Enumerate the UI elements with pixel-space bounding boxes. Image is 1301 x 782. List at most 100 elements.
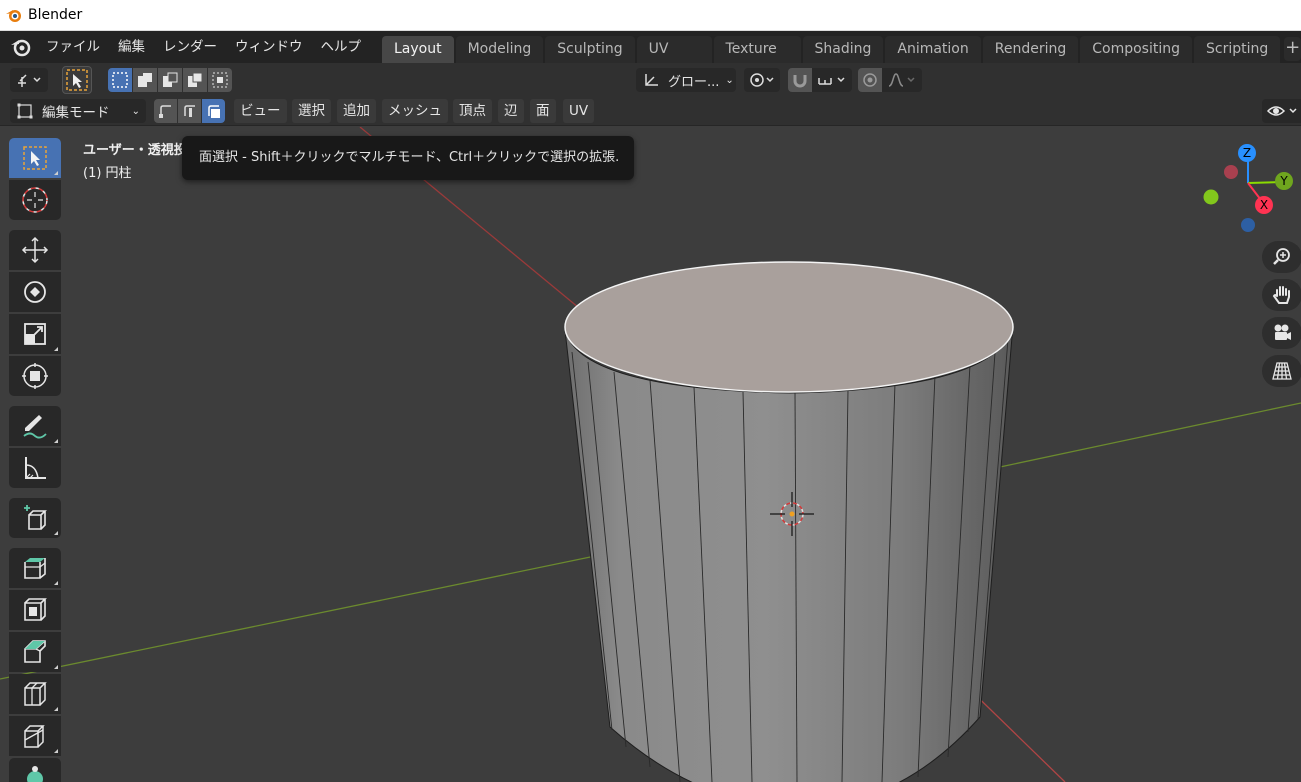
snap-toggle-button[interactable] — [788, 68, 812, 92]
annotate-pencil-icon — [23, 415, 47, 439]
pan-button[interactable] — [1262, 279, 1301, 311]
blender-menu-icon[interactable] — [9, 35, 33, 59]
pivot-point-icon — [750, 73, 774, 87]
poly-build-icon — [27, 766, 43, 782]
gizmo-pivot-icon — [18, 74, 41, 87]
knife-icon — [24, 725, 45, 748]
perspective-toggle-button[interactable] — [1262, 355, 1301, 387]
bevel-icon — [24, 640, 46, 663]
tool-poly-build[interactable] — [9, 758, 61, 782]
tab-uv-editing[interactable]: UV Editing — [636, 36, 712, 83]
camera-view-button[interactable] — [1262, 317, 1301, 349]
mode-value: 編集モード — [42, 105, 110, 121]
tab-scripting[interactable]: Scripting — [1194, 36, 1281, 63]
measure-ruler-icon — [25, 457, 46, 479]
menu-uv[interactable]: UV — [563, 99, 595, 123]
proportional-edit-button[interactable] — [858, 68, 882, 92]
transform-orientation-dropdown[interactable]: グロー... ⌄ — [636, 68, 736, 92]
select-extend-button[interactable] — [133, 68, 157, 92]
extrude-icon — [24, 558, 46, 579]
mode-dropdown[interactable]: 編集モード ⌄ — [10, 99, 146, 123]
select-intersect-button[interactable] — [208, 68, 232, 92]
window-titlebar: Blender — [0, 0, 1301, 31]
navigation-gizmo[interactable]: Z Y X — [1203, 144, 1294, 232]
pivot-point-dropdown[interactable] — [744, 68, 780, 92]
tool-rotate[interactable] — [9, 272, 61, 312]
face-select-icon — [207, 105, 220, 118]
visibility-dropdown[interactable] — [1262, 99, 1301, 123]
tool-bevel[interactable] — [9, 632, 61, 672]
select-mode-tweak-button[interactable] — [62, 66, 92, 94]
tab-layout[interactable]: Layout — [382, 36, 454, 63]
scene-canvas[interactable]: Z Y X — [0, 127, 1301, 782]
menu-edit[interactable]: 編集 — [109, 35, 154, 59]
menu-select[interactable]: 選択 — [292, 99, 331, 123]
tab-modeling[interactable]: Modeling — [455, 36, 544, 63]
tab-shading[interactable]: Shading — [802, 36, 884, 63]
menu-edge[interactable]: 辺 — [498, 99, 524, 123]
tab-texture-paint[interactable]: Texture Paint — [713, 36, 801, 83]
edge-select-icon — [183, 105, 195, 117]
select-invert-button[interactable] — [183, 68, 207, 92]
tool-measure[interactable] — [9, 448, 61, 488]
snap-target-dropdown[interactable] — [812, 68, 852, 92]
vertex-select-icon — [158, 105, 171, 118]
tab-animation[interactable]: Animation — [885, 36, 981, 63]
tool-cursor[interactable] — [9, 180, 61, 220]
tool-inset-faces[interactable] — [9, 590, 61, 630]
menu-mesh[interactable]: メッシュ — [382, 99, 448, 123]
magnet-icon — [793, 75, 807, 88]
menu-add[interactable]: 追加 — [337, 99, 376, 123]
tool-knife[interactable] — [9, 716, 61, 756]
cylinder-side[interactable] — [564, 324, 1014, 782]
orientation-icon — [645, 74, 658, 86]
tool-scale[interactable] — [9, 314, 61, 354]
tab-rendering[interactable]: Rendering — [982, 36, 1079, 63]
chevron-down-icon: ⌄ — [131, 105, 140, 117]
cursor-icon — [22, 187, 48, 213]
select-invert-icon — [188, 72, 203, 87]
tool-add-cube[interactable] — [9, 498, 61, 538]
hand-icon — [1272, 286, 1290, 304]
face-select-tooltip: 面選択 - Shift＋クリックでマルチモード、Ctrl＋クリックで選択の拡張. — [182, 136, 634, 180]
window-title: Blender — [28, 7, 83, 23]
chevron-down-icon: ⌄ — [725, 74, 734, 86]
viewport-header: 編集モード ⌄ ビュー 選択 追加 メッシュ 頂点 辺 面 UV — [0, 96, 1301, 126]
add-workspace-button[interactable]: + — [1284, 37, 1301, 61]
tool-annotate[interactable] — [9, 406, 61, 446]
menu-file[interactable]: ファイル — [37, 35, 109, 59]
menu-render[interactable]: レンダー — [154, 35, 226, 59]
cylinder-top-face[interactable] — [564, 261, 1014, 393]
menu-window[interactable]: ウィンドウ — [226, 35, 312, 59]
falloff-dropdown[interactable] — [882, 68, 922, 92]
menu-view[interactable]: ビュー — [234, 99, 287, 123]
vertex-select-button[interactable] — [154, 99, 177, 123]
gizmo-z-label: Z — [1243, 146, 1251, 160]
rotate-icon — [24, 281, 46, 303]
zoom-button[interactable] — [1262, 241, 1301, 273]
tool-extrude-region[interactable] — [9, 548, 61, 588]
tool-loop-cut[interactable] — [9, 674, 61, 714]
orientation-value: グロー... — [668, 74, 720, 90]
proportional-edit-icon — [863, 73, 877, 87]
select-extend-icon — [138, 73, 152, 87]
transform-pivot-dropdown[interactable] — [10, 68, 48, 92]
tab-compositing[interactable]: Compositing — [1080, 36, 1193, 63]
tab-sculpting[interactable]: Sculpting — [545, 36, 635, 63]
menu-face[interactable]: 面 — [530, 99, 556, 123]
edit-mode-icon — [17, 103, 33, 119]
tool-move[interactable] — [9, 230, 61, 270]
select-subtract-button[interactable] — [158, 68, 182, 92]
select-new-button[interactable] — [108, 68, 132, 92]
menu-vertex[interactable]: 頂点 — [453, 99, 492, 123]
y-axis-line-right — [999, 402, 1301, 468]
eye-icon — [1266, 106, 1297, 116]
tool-transform[interactable] — [9, 356, 61, 396]
tool-select-box[interactable] — [9, 138, 61, 178]
edge-select-button[interactable] — [178, 99, 201, 123]
face-select-button[interactable] — [202, 99, 225, 123]
loop-cut-icon — [24, 682, 47, 706]
3d-viewport[interactable]: Z Y X ユーザー・透視投影 (1) 円柱 面選択 - Shift＋クリックで… — [0, 127, 1301, 782]
menu-help[interactable]: ヘルプ — [312, 35, 371, 59]
snap-increment-icon — [818, 77, 845, 85]
